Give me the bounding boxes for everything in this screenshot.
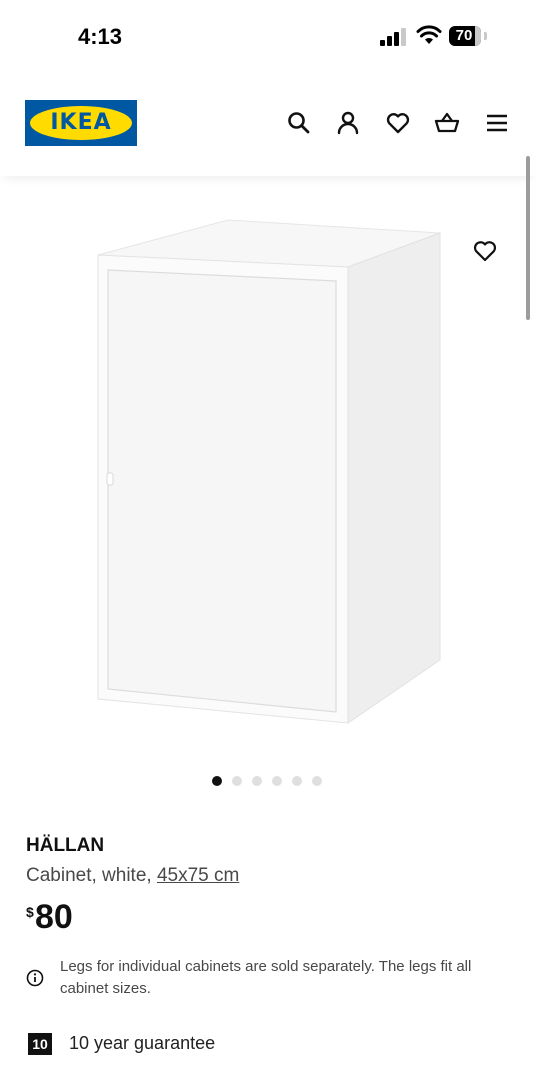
carousel-dot[interactable] [212, 776, 222, 786]
status-bar: 4:13 70 [0, 0, 536, 72]
price-currency: $ [26, 904, 34, 920]
guarantee-text[interactable]: 10 year guarantee [69, 1033, 215, 1054]
ikea-logo[interactable]: IKEA [25, 100, 137, 146]
battery-level: 70 [455, 27, 473, 44]
carousel-dot[interactable] [272, 776, 282, 786]
guarantee-badge: 10 [28, 1033, 52, 1055]
price-amount: 80 [35, 898, 73, 936]
add-to-wishlist-heart-icon[interactable] [472, 239, 498, 263]
product-image-cabinet[interactable] [90, 215, 450, 740]
product-type: Cabinet, white, [26, 865, 157, 886]
scrollbar[interactable] [526, 156, 530, 320]
battery-icon: 70 [449, 26, 487, 46]
logo-text: IKEA [50, 110, 112, 135]
search-icon[interactable] [286, 110, 312, 136]
info-icon [26, 969, 44, 987]
cart-icon[interactable] [434, 110, 460, 136]
carousel-dot[interactable] [232, 776, 242, 786]
product-dimensions-link[interactable]: 45x75 cm [157, 865, 239, 886]
site-header: IKEA [0, 84, 536, 176]
carousel-dot[interactable] [292, 776, 302, 786]
heart-icon[interactable] [385, 110, 411, 136]
legs-info-note: Legs for individual cabinets are sold se… [60, 958, 472, 997]
wifi-icon [416, 25, 442, 44]
clock: 4:13 [78, 24, 123, 49]
account-icon[interactable] [335, 110, 361, 136]
carousel-dot[interactable] [252, 776, 262, 786]
product-name: HÄLLAN [26, 835, 105, 856]
product-description: Cabinet, white, 45x75 cm [26, 865, 239, 887]
signal-icon [380, 28, 406, 46]
menu-icon[interactable] [484, 110, 510, 136]
carousel-dot[interactable] [312, 776, 322, 786]
